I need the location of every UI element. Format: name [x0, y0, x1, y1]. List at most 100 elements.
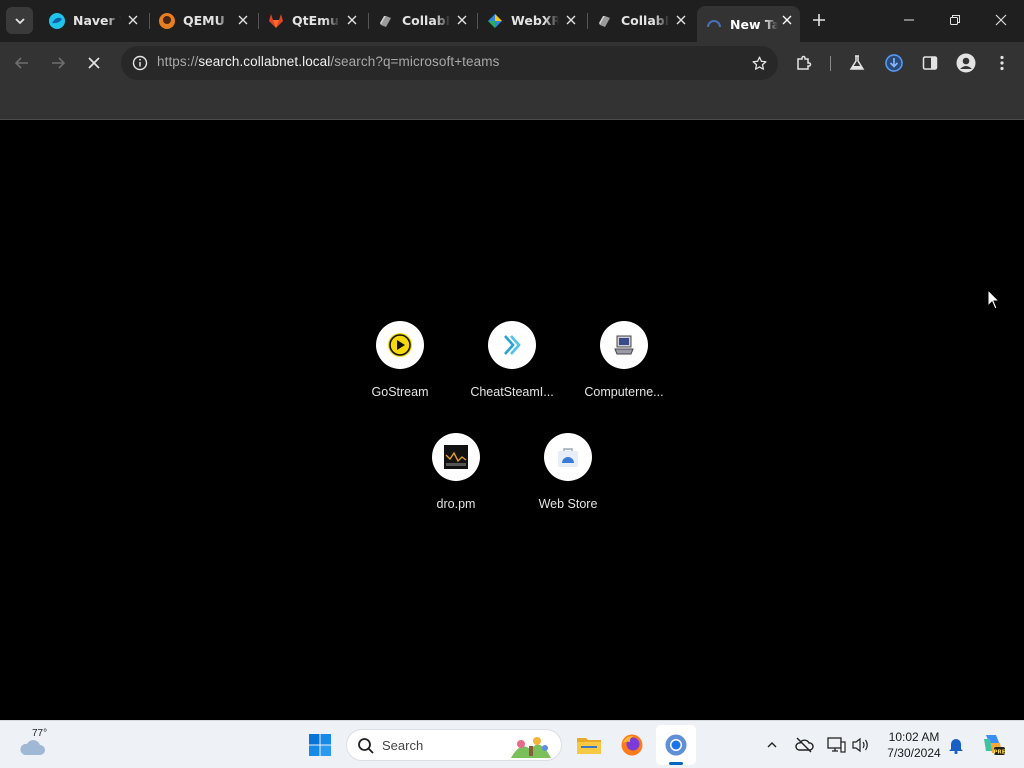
- tab-collabnet[interactable]: CollabNet: [588, 5, 694, 36]
- active-indicator: [669, 762, 683, 765]
- naver-whale-icon: [48, 12, 66, 30]
- chevron-down-icon: [14, 17, 25, 24]
- restore-button[interactable]: [932, 0, 978, 40]
- clock-time: 10:02 AM: [888, 730, 940, 744]
- close-icon[interactable]: [455, 13, 469, 27]
- close-icon[interactable]: [345, 13, 359, 27]
- firefox-button[interactable]: [612, 725, 652, 765]
- tab-new-tab[interactable]: New Tab: [697, 6, 800, 42]
- web-store-icon: [558, 448, 578, 467]
- mouse-cursor-icon: [987, 289, 1001, 310]
- tab-naver-whale[interactable]: Naver Whale: [40, 5, 146, 36]
- speaker-icon: [852, 737, 868, 753]
- close-icon[interactable]: [674, 13, 688, 27]
- close-icon: [88, 57, 100, 69]
- folder-icon: [577, 738, 601, 754]
- puzzle-icon: [797, 55, 812, 70]
- search-placeholder: Search: [382, 738, 424, 753]
- windows-logo-icon: [309, 734, 331, 756]
- chrome-button[interactable]: [656, 725, 696, 765]
- shortcut-label: dro.pm: [436, 497, 476, 511]
- menu-button[interactable]: [989, 50, 1015, 76]
- shortcut-tile[interactable]: [488, 321, 536, 369]
- url-scheme: https://: [157, 54, 199, 69]
- shortcut-tile[interactable]: [544, 433, 592, 481]
- back-button[interactable]: [9, 50, 35, 76]
- weather-widget[interactable]: 77°: [16, 727, 56, 763]
- shortcut-web-store[interactable]: Web Store: [512, 433, 624, 533]
- search-highlight-icon: [511, 737, 551, 758]
- close-icon[interactable]: [126, 13, 140, 27]
- tab-qtemu[interactable]: QtEmu: [259, 5, 365, 36]
- firefox-icon: [621, 734, 643, 756]
- shortcut-tile[interactable]: [432, 433, 480, 481]
- volume-tray-icon[interactable]: [851, 735, 871, 755]
- gitlab-icon: [267, 12, 285, 30]
- bookmark-star-icon[interactable]: [748, 52, 770, 74]
- tab-title: CollabNet: [621, 13, 669, 28]
- shortcut-tile[interactable]: [376, 321, 424, 369]
- shortcut-label: CheatSteamI...: [470, 385, 554, 399]
- restore-icon: [950, 15, 960, 25]
- close-icon[interactable]: [564, 13, 578, 27]
- taskbar-clock[interactable]: 10:02 AM 7/30/2024: [882, 729, 946, 761]
- tab-title: Naver Whale: [73, 13, 121, 28]
- svg-text:PRE: PRE: [993, 750, 1005, 756]
- url-path: /search?q=microsoft+teams: [330, 54, 500, 69]
- close-icon[interactable]: [780, 13, 794, 27]
- tab-search-button[interactable]: [6, 7, 33, 34]
- chart-thumbnail-icon: [444, 445, 468, 469]
- shortcut-computerne[interactable]: Computerne...: [568, 321, 680, 421]
- double-chevron-icon: [504, 335, 521, 355]
- network-tray-icon[interactable]: [826, 735, 846, 755]
- minimize-button[interactable]: [886, 0, 932, 40]
- shortcut-label: GoStream: [371, 385, 429, 399]
- tab-qemu[interactable]: QEMU: [150, 5, 256, 36]
- file-explorer-button[interactable]: [569, 725, 609, 765]
- shortcut-tile[interactable]: [600, 321, 648, 369]
- start-button[interactable]: [300, 725, 340, 765]
- stop-loading-button[interactable]: [81, 50, 107, 76]
- side-panel-button[interactable]: [917, 50, 943, 76]
- tab-title: WebXR: [511, 13, 559, 28]
- shortcut-cheatsteam[interactable]: CheatSteamI...: [456, 321, 568, 421]
- collabnet-icon: [377, 12, 395, 30]
- computer-icon: [614, 335, 634, 355]
- shortcut-dro-pm[interactable]: dro.pm: [400, 433, 512, 533]
- shortcut-label: Computerne...: [584, 385, 664, 399]
- url-text[interactable]: https://search.collabnet.local/search?q=…: [157, 54, 499, 69]
- show-hidden-icons-button[interactable]: [762, 735, 782, 755]
- tab-title: QtEmu: [292, 13, 340, 28]
- forward-button[interactable]: [45, 50, 71, 76]
- taskbar-search[interactable]: Search: [346, 729, 562, 761]
- collabnet-icon: [596, 12, 614, 30]
- tab-webxr[interactable]: WebXR: [478, 5, 584, 36]
- new-tab-button[interactable]: [808, 9, 830, 31]
- arrow-left-icon: [14, 57, 28, 69]
- play-icon: [388, 333, 412, 357]
- copilot-button[interactable]: PRE: [980, 731, 1006, 757]
- notifications-button[interactable]: [946, 735, 966, 755]
- download-icon: [885, 54, 903, 72]
- shortcut-gostream[interactable]: GoStream: [344, 321, 456, 421]
- site-info-icon[interactable]: [128, 51, 152, 75]
- browser-toolbar: https://search.collabnet.local/search?q=…: [0, 42, 1024, 84]
- side-panel-icon: [922, 56, 938, 70]
- extensions-button[interactable]: [791, 50, 817, 76]
- onedrive-tray-icon[interactable]: [794, 735, 814, 755]
- profile-button[interactable]: [953, 50, 979, 76]
- chevron-up-icon: [767, 742, 777, 748]
- close-icon[interactable]: [236, 13, 250, 27]
- tab-collabnet[interactable]: CollabNet: [369, 5, 475, 36]
- plus-icon: [813, 14, 825, 26]
- close-window-button[interactable]: [978, 0, 1024, 40]
- webxr-icon: [486, 12, 504, 30]
- new-tab-page: GoStream CheatSteamI... Computerne... dr…: [0, 121, 1024, 720]
- clock-date: 7/30/2024: [887, 746, 941, 760]
- toolbar-divider: [830, 56, 831, 71]
- labs-button[interactable]: [844, 50, 870, 76]
- address-bar[interactable]: https://search.collabnet.local/search?q=…: [121, 46, 778, 80]
- downloads-button[interactable]: [881, 50, 907, 76]
- cloud-icon: [20, 740, 45, 755]
- close-icon: [995, 14, 1007, 26]
